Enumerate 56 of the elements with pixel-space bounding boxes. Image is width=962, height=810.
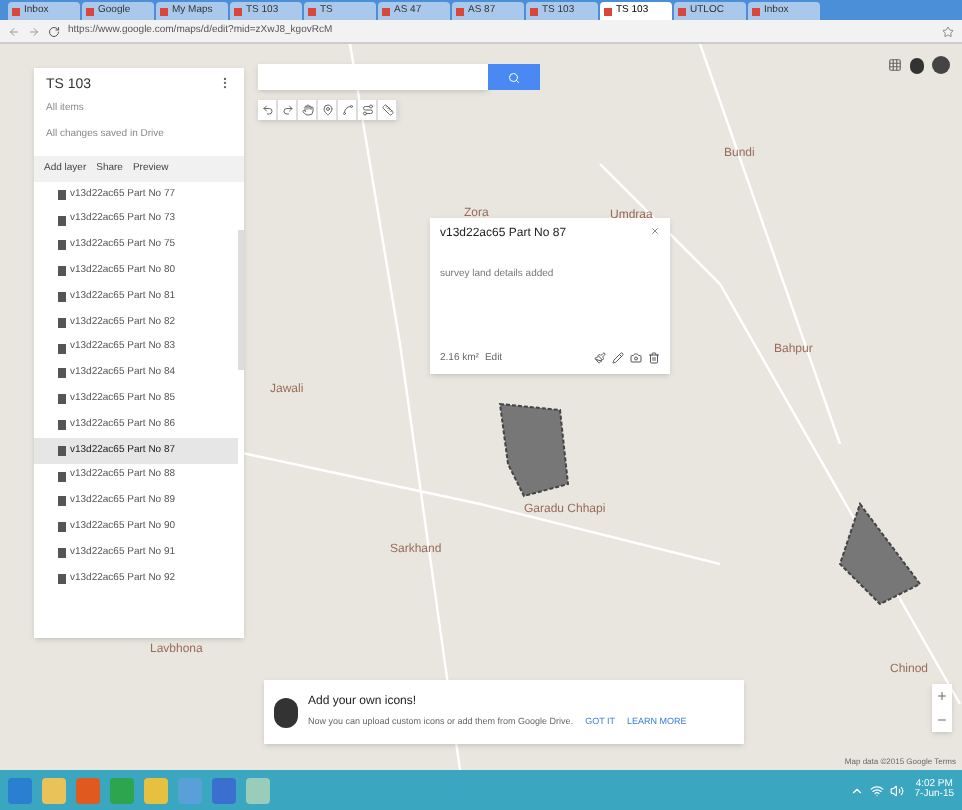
favicon-icon	[530, 7, 538, 15]
favicon-icon	[456, 7, 464, 15]
search-field[interactable]	[258, 64, 488, 90]
camera-icon[interactable]	[630, 352, 642, 365]
favicon-icon	[308, 7, 316, 15]
polygon-icon	[58, 496, 66, 507]
polygon-icon	[58, 317, 66, 328]
undo-icon[interactable]	[261, 104, 273, 116]
polygon-icon	[58, 420, 66, 431]
polygon-icon	[58, 368, 66, 379]
avatar-icon[interactable]	[932, 56, 950, 74]
polygon-icon	[58, 573, 66, 584]
more-icon[interactable]	[218, 76, 232, 90]
polygon-icon	[58, 522, 66, 533]
back-icon[interactable]	[8, 25, 20, 37]
hand-icon[interactable]	[301, 104, 313, 116]
polygon-icon	[58, 343, 66, 354]
volume-icon[interactable]	[890, 783, 905, 797]
zoom-in-icon[interactable]	[936, 690, 948, 702]
pencil-icon[interactable]	[612, 352, 624, 365]
favicon-icon	[86, 7, 94, 15]
scrollbar	[238, 230, 244, 370]
polygon-icon	[58, 215, 66, 226]
polygon-icon	[58, 394, 66, 405]
taskbar-app-icon[interactable]	[212, 777, 236, 803]
ruler-icon[interactable]	[381, 104, 393, 116]
favicon-icon	[678, 7, 686, 15]
tray-icon[interactable]	[850, 783, 865, 797]
favicon-icon	[234, 7, 242, 15]
paintbrush-icon[interactable]	[594, 352, 606, 365]
search-icon	[508, 71, 520, 83]
network-icon[interactable]	[870, 783, 885, 797]
marker-icon[interactable]	[321, 104, 333, 116]
taskbar-app-icon[interactable]	[144, 777, 168, 803]
taskbar-app-icon[interactable]	[42, 777, 66, 803]
favicon-icon	[752, 7, 760, 15]
reload-icon[interactable]	[48, 25, 60, 37]
polygon-icon	[58, 189, 66, 200]
trash-icon[interactable]	[648, 352, 660, 365]
star-icon[interactable]	[942, 25, 954, 37]
polygon-icon	[58, 548, 66, 559]
favicon-icon	[160, 7, 168, 15]
polygon-icon	[58, 292, 66, 303]
polygon-icon	[58, 240, 66, 251]
favicon-icon	[604, 7, 612, 15]
route-icon[interactable]	[361, 104, 373, 116]
line-icon[interactable]	[341, 104, 353, 116]
polygon-icon	[58, 445, 66, 456]
polygon-icon	[58, 471, 66, 482]
redo-icon[interactable]	[281, 104, 293, 116]
polygon-icon	[58, 266, 66, 277]
favicon-icon	[382, 7, 390, 15]
apps-grid-icon[interactable]	[888, 58, 902, 72]
forward-icon[interactable]	[28, 25, 40, 37]
favicon-icon	[12, 7, 20, 15]
zoom-out-icon[interactable]	[936, 714, 948, 726]
